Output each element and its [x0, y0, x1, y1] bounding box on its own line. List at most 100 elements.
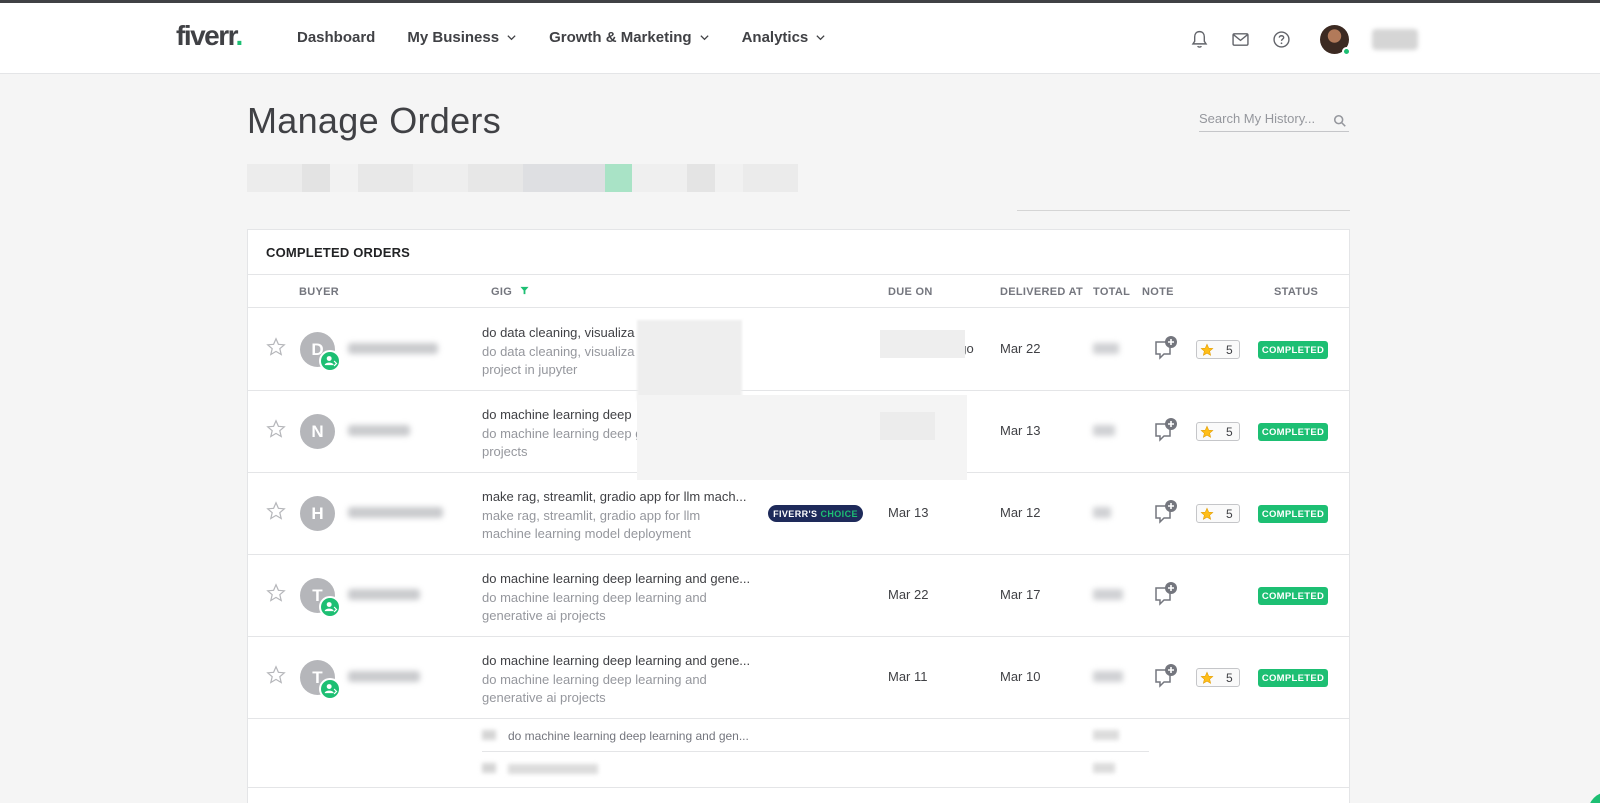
help-icon[interactable]	[1271, 29, 1292, 50]
chevron-down-icon	[816, 35, 825, 41]
nav-analytics[interactable]: Analytics	[742, 29, 827, 46]
nav-my-business[interactable]: My Business	[407, 29, 517, 46]
repeat-buyer-icon	[319, 678, 341, 700]
buyer-username[interactable]	[348, 425, 410, 436]
star-filled-icon	[1200, 425, 1214, 438]
filter-icon[interactable]	[520, 286, 529, 295]
add-note-icon[interactable]	[1153, 662, 1181, 690]
history-search[interactable]	[1199, 108, 1349, 132]
tab-archived[interactable]	[523, 164, 605, 192]
tab-priority[interactable]	[247, 164, 302, 192]
chevron-down-icon	[699, 35, 709, 41]
add-note-icon[interactable]	[1153, 498, 1181, 526]
col-buyer: BUYER	[299, 286, 340, 298]
table-row[interactable]: T do machine learning deep learning and …	[248, 637, 1349, 719]
buyer-username[interactable]	[348, 507, 443, 518]
order-sub-item[interactable]	[482, 753, 1149, 785]
col-total: TOTAL	[1093, 286, 1131, 298]
earnings-balance[interactable]	[1372, 29, 1418, 50]
gig-title[interactable]: make rag, streamlit, gradio app for llm …	[482, 489, 754, 504]
col-status: STATUS	[1274, 286, 1319, 298]
sub-item-text: do machine learning deep learning and ge…	[508, 729, 749, 743]
star-filled-icon	[1200, 671, 1214, 684]
tab-other[interactable]	[687, 164, 715, 192]
search-input[interactable]	[1199, 108, 1324, 126]
bell-icon[interactable]	[1189, 29, 1210, 50]
star-outline-icon[interactable]	[266, 337, 286, 357]
star-outline-icon[interactable]	[266, 583, 286, 603]
buyer-avatar[interactable]: N	[300, 414, 335, 449]
gig-title[interactable]: do machine learning deep learning and ge…	[482, 571, 754, 586]
tab-completed[interactable]	[413, 164, 468, 192]
star-outline-icon[interactable]	[266, 665, 286, 685]
fiverr-logo[interactable]: fiverr.	[176, 20, 243, 52]
order-sub-item[interactable]: do machine learning deep learning and ge…	[482, 720, 1149, 752]
add-note-icon[interactable]	[1153, 334, 1181, 362]
chevron-down-icon	[507, 35, 516, 41]
order-total	[1093, 343, 1119, 354]
buyer-rating[interactable]: 5	[1196, 668, 1240, 687]
buyer-username[interactable]	[348, 589, 420, 600]
tab-delivered[interactable]	[358, 164, 413, 192]
delivered-at: Mar 13	[1000, 423, 1041, 438]
delivered-at: Mar 10	[1000, 669, 1041, 684]
tab-active[interactable]	[302, 164, 330, 192]
nav-label: My Business	[407, 29, 500, 46]
tabs-divider	[1017, 210, 1350, 211]
badge-text-accent: CHOICE	[820, 508, 858, 519]
col-gig-label: GIG	[491, 286, 513, 298]
fiverrs-choice-badge: FIVERR'S CHOICE	[768, 505, 863, 522]
add-note-icon[interactable]	[1153, 580, 1181, 608]
sub-item-index	[482, 763, 496, 773]
buyer-rating[interactable]: 5	[1196, 340, 1240, 359]
gig-description[interactable]: make rag, streamlit, gradio app for llm …	[482, 507, 722, 542]
tab-cancelled[interactable]	[632, 164, 687, 192]
star-outline-icon[interactable]	[266, 419, 286, 439]
buyer-rating[interactable]: 5	[1196, 504, 1240, 523]
order-total	[1093, 507, 1111, 518]
rating-value: 5	[1226, 506, 1233, 521]
star-filled-icon	[1200, 507, 1214, 520]
buyer-username[interactable]	[348, 343, 438, 354]
gig-description[interactable]: do machine learning deep learning and ge…	[482, 671, 722, 706]
search-icon[interactable]	[1333, 114, 1347, 128]
logo-text: fiverr	[176, 20, 237, 51]
rating-value: 5	[1226, 424, 1233, 439]
col-delivered-at: DELIVERED AT	[1000, 286, 1084, 298]
tab-starred[interactable]	[468, 164, 523, 192]
nav-label: Analytics	[741, 29, 809, 46]
sub-item-amount	[1093, 730, 1119, 740]
online-indicator	[1342, 47, 1351, 56]
badge-text: FIVERR'S	[773, 508, 818, 519]
redaction-block	[880, 330, 965, 358]
user-avatar[interactable]	[1320, 25, 1351, 56]
buyer-rating[interactable]: 5	[1196, 422, 1240, 441]
nav-dashboard[interactable]: Dashboard	[297, 29, 375, 46]
tab-extra[interactable]	[743, 164, 798, 192]
delivered-at: Mar 12	[1000, 505, 1041, 520]
sub-item-text	[508, 764, 598, 774]
envelope-icon[interactable]	[1230, 29, 1251, 50]
col-gig[interactable]: GIG	[491, 286, 529, 298]
table-row[interactable]: T do machine learning deep learning and …	[248, 555, 1349, 637]
gig-description[interactable]: do machine learning deep learning and ge…	[482, 589, 722, 624]
table-row[interactable]: H make rag, streamlit, gradio app for ll…	[248, 473, 1349, 555]
add-note-icon[interactable]	[1153, 416, 1181, 444]
tab-selected-indicator[interactable]	[605, 164, 632, 192]
tab-late[interactable]	[330, 164, 358, 192]
nav-growth-marketing[interactable]: Growth & Marketing	[549, 29, 710, 46]
completed-orders-card: COMPLETED ORDERS BUYER GIG DUE ON DELIVE…	[247, 229, 1350, 803]
buyer-avatar[interactable]: H	[300, 496, 335, 531]
table-row[interactable]: D do data cleaning, visualiza do data cl…	[248, 309, 1349, 391]
status-badge: COMPLETED	[1258, 423, 1328, 441]
chat-launcher-button[interactable]	[1588, 792, 1600, 803]
gig-title[interactable]: do machine learning deep learning and ge…	[482, 653, 754, 668]
star-outline-icon[interactable]	[266, 501, 286, 521]
buyer-username[interactable]	[348, 671, 420, 682]
repeat-buyer-icon	[319, 350, 341, 372]
status-badge: COMPLETED	[1258, 341, 1328, 359]
nav-label: Dashboard	[297, 29, 376, 46]
tab-misc[interactable]	[715, 164, 743, 192]
section-title: COMPLETED ORDERS	[266, 245, 411, 260]
header-icons	[1189, 29, 1292, 50]
